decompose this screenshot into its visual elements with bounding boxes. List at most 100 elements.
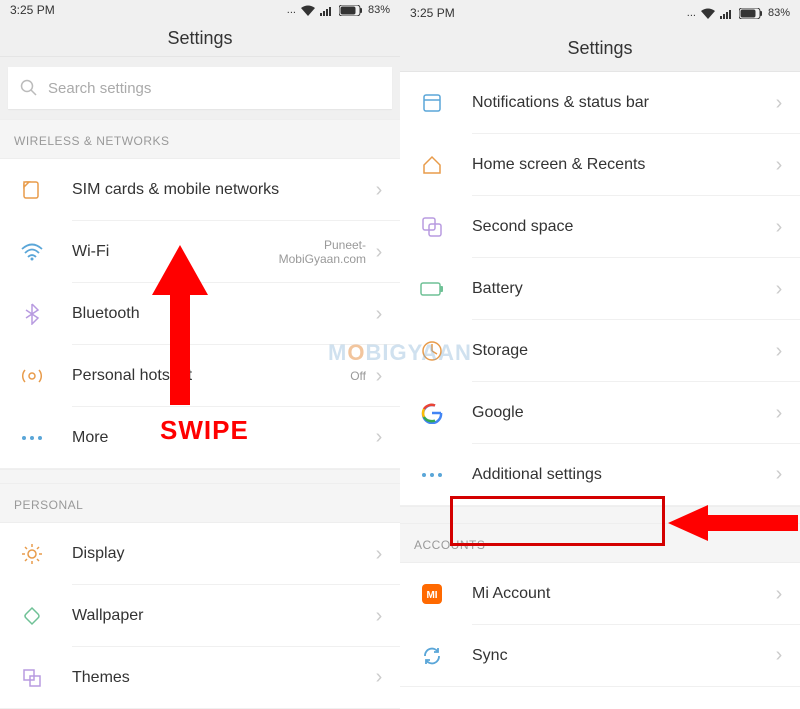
spacer xyxy=(400,506,800,524)
row-label: Battery xyxy=(472,280,772,298)
row-notifications[interactable]: Notifications & status bar › xyxy=(400,72,800,134)
row-sync[interactable]: Sync › xyxy=(400,625,800,687)
chevron-right-icon: › xyxy=(372,365,386,388)
status-bar: 3:25 PM ... 83% xyxy=(400,0,800,26)
row-label: Home screen & Recents xyxy=(472,156,772,174)
row-storage[interactable]: Storage › xyxy=(400,320,800,382)
search-input[interactable]: Search settings xyxy=(8,67,392,109)
chevron-right-icon: › xyxy=(772,583,786,606)
row-label: SIM cards & mobile networks xyxy=(72,181,372,199)
display-icon xyxy=(18,540,46,568)
status-bar: 3:25 PM ... 83% xyxy=(0,0,400,21)
chevron-right-icon: › xyxy=(772,644,786,667)
phone-right: 3:25 PM ... 83% Settings Notifications &… xyxy=(400,0,800,709)
row-label: More xyxy=(72,429,372,447)
mi-icon: MI xyxy=(418,580,446,608)
bluetooth-icon xyxy=(18,300,46,328)
row-wallpaper[interactable]: Wallpaper › xyxy=(0,585,400,647)
battery-percent: 83% xyxy=(768,7,790,19)
chevron-right-icon: › xyxy=(772,216,786,239)
row-mi-account[interactable]: MI Mi Account › xyxy=(400,563,800,625)
more-icon xyxy=(18,424,46,452)
hotspot-icon xyxy=(18,362,46,390)
second-space-icon xyxy=(418,213,446,241)
row-themes[interactable]: Themes › xyxy=(0,647,400,709)
sim-icon xyxy=(18,176,46,204)
row-bluetooth[interactable]: Bluetooth › xyxy=(0,283,400,345)
chevron-right-icon: › xyxy=(372,666,386,689)
chevron-right-icon: › xyxy=(772,340,786,363)
signal-icon xyxy=(320,5,334,16)
chevron-right-icon: › xyxy=(372,543,386,566)
phone-left: 3:25 PM ... 83% Settings Search settings… xyxy=(0,0,400,709)
chevron-right-icon: › xyxy=(772,278,786,301)
chevron-right-icon: › xyxy=(372,426,386,449)
row-home[interactable]: Home screen & Recents › xyxy=(400,134,800,196)
status-time: 3:25 PM xyxy=(10,3,55,17)
row-label: Sync xyxy=(472,647,772,665)
signal-icon xyxy=(720,8,734,19)
list-wireless: SIM cards & mobile networks › Wi-Fi Pune… xyxy=(0,159,400,469)
row-display[interactable]: Display › xyxy=(0,523,400,585)
row-label: Additional settings xyxy=(472,466,772,484)
row-more[interactable]: More › xyxy=(0,407,400,469)
row-hotspot[interactable]: Personal hotspot Off › xyxy=(0,345,400,407)
row-sim[interactable]: SIM cards & mobile networks › xyxy=(0,159,400,221)
themes-icon xyxy=(18,664,46,692)
list-settings: Notifications & status bar › Home screen… xyxy=(400,72,800,506)
search-wrap: Search settings xyxy=(0,57,400,119)
chevron-right-icon: › xyxy=(772,402,786,425)
wifi-icon xyxy=(301,5,315,16)
search-icon xyxy=(20,79,38,97)
page-title: Settings xyxy=(0,21,400,58)
chevron-right-icon: › xyxy=(372,303,386,326)
row-label: Storage xyxy=(472,342,772,360)
row-battery[interactable]: Battery › xyxy=(400,258,800,320)
row-value: Puneet-MobiGyaan.com xyxy=(246,238,366,267)
notifications-icon xyxy=(418,89,446,117)
chevron-right-icon: › xyxy=(372,241,386,264)
home-icon xyxy=(418,151,446,179)
svg-text:MI: MI xyxy=(426,590,437,601)
row-label: Bluetooth xyxy=(72,305,372,323)
google-icon xyxy=(418,399,446,427)
chevron-right-icon: › xyxy=(772,463,786,486)
chevron-right-icon: › xyxy=(772,154,786,177)
row-label: Notifications & status bar xyxy=(472,94,772,112)
ellipsis-icon: ... xyxy=(687,7,696,19)
row-label: Wallpaper xyxy=(72,607,372,625)
status-right: ... 83% xyxy=(687,7,790,19)
chevron-right-icon: › xyxy=(372,179,386,202)
battery-row-icon xyxy=(418,275,446,303)
storage-icon xyxy=(418,337,446,365)
row-label: Google xyxy=(472,404,772,422)
row-label: Mi Account xyxy=(472,585,772,603)
list-personal: Display › Wallpaper › Themes › xyxy=(0,523,400,709)
row-label: Personal hotspot xyxy=(72,367,350,385)
wallpaper-icon xyxy=(18,602,46,630)
battery-icon xyxy=(339,5,363,16)
row-value: Off xyxy=(350,369,366,383)
chevron-right-icon: › xyxy=(772,92,786,115)
more-icon xyxy=(418,461,446,489)
status-time: 3:25 PM xyxy=(410,6,455,20)
search-placeholder: Search settings xyxy=(48,80,151,97)
chevron-right-icon: › xyxy=(372,605,386,628)
row-wifi[interactable]: Wi-Fi Puneet-MobiGyaan.com › xyxy=(0,221,400,283)
wifi-row-icon xyxy=(18,238,46,266)
ellipsis-icon: ... xyxy=(287,4,296,16)
section-accounts: ACCOUNTS xyxy=(400,524,800,563)
list-accounts: MI Mi Account › Sync › xyxy=(400,563,800,687)
battery-percent: 83% xyxy=(368,4,390,16)
row-label: Second space xyxy=(472,218,772,236)
section-wireless: WIRELESS & NETWORKS xyxy=(0,119,400,159)
sync-icon xyxy=(418,642,446,670)
row-google[interactable]: Google › xyxy=(400,382,800,444)
row-second-space[interactable]: Second space › xyxy=(400,196,800,258)
row-additional-settings[interactable]: Additional settings › xyxy=(400,444,800,506)
row-label: Themes xyxy=(72,669,372,687)
section-personal: PERSONAL xyxy=(0,484,400,523)
row-label: Wi-Fi xyxy=(72,243,246,261)
status-right: ... 83% xyxy=(287,4,390,16)
row-label: Display xyxy=(72,545,372,563)
